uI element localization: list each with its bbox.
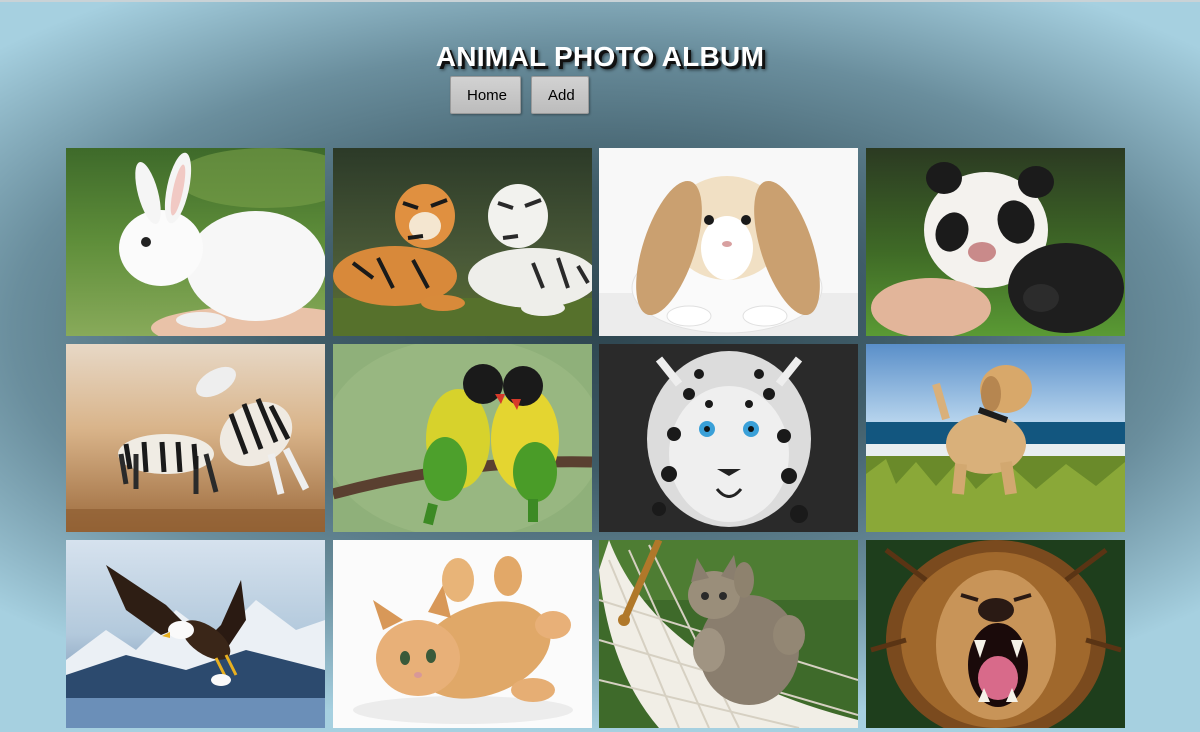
panda-photo-icon	[865, 148, 1125, 336]
photo-bunny[interactable]	[599, 148, 858, 336]
photo-panda[interactable]	[865, 148, 1125, 336]
photo-lovebirds[interactable]	[332, 344, 592, 532]
add-button[interactable]: Add	[531, 76, 589, 114]
puppy-photo-icon	[865, 344, 1125, 532]
photo-tigers[interactable]	[332, 148, 592, 336]
hammock-kitten-photo-icon	[599, 540, 858, 728]
bunny-photo-icon	[599, 148, 858, 336]
lovebirds-photo-icon	[332, 344, 592, 532]
photo-lion[interactable]	[865, 540, 1125, 728]
photo-zebras[interactable]	[66, 344, 325, 532]
home-button[interactable]: Home	[450, 76, 521, 114]
lion-photo-icon	[865, 540, 1125, 728]
tigers-photo-icon	[332, 148, 592, 336]
photo-rabbit[interactable]	[66, 148, 325, 336]
photo-hammock-kitten[interactable]	[599, 540, 858, 728]
top-border	[0, 0, 1200, 2]
photo-eagle[interactable]	[66, 540, 325, 728]
nav-bar: Home Add	[450, 76, 589, 114]
eagle-photo-icon	[66, 540, 325, 728]
photo-puppy[interactable]	[865, 344, 1125, 532]
zebras-photo-icon	[66, 344, 325, 532]
rabbit-photo-icon	[66, 148, 325, 336]
photo-kitten[interactable]	[332, 540, 592, 728]
kitten-photo-icon	[332, 540, 592, 728]
snow-leopard-photo-icon	[599, 344, 858, 532]
photo-snow-leopard[interactable]	[599, 344, 858, 532]
page-title: ANIMAL PHOTO ALBUM	[435, 40, 765, 72]
photo-grid	[66, 148, 1125, 728]
